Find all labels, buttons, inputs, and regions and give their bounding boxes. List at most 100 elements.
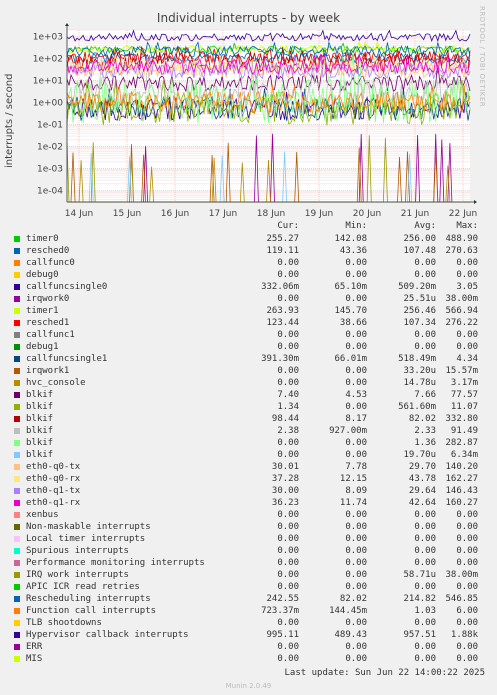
series-name: xenbus: [26, 510, 59, 520]
legend-swatch: [14, 524, 20, 530]
series-name: blkif: [26, 390, 54, 400]
series-min-value: 38.66: [339, 318, 367, 328]
series-cur-value: 0.00: [277, 258, 299, 268]
series-max-value: 270.63: [445, 246, 478, 256]
series-max-value: 162.27: [445, 474, 478, 484]
series-name: Spurious interrupts: [26, 546, 129, 556]
legend-swatch: [14, 308, 20, 314]
series-name: blkif: [26, 438, 54, 448]
legend-swatch: [14, 248, 20, 254]
legend-row: timer1 263.93 145.70 256.46 566.94: [12, 305, 492, 317]
series-min-value: 0.00: [345, 258, 367, 268]
legend-row: blkif 7.40 4.53 7.66 77.57: [12, 389, 492, 401]
series-cur-value: 0.00: [277, 510, 299, 520]
legend-row: blkif 1.34 0.00 561.60m 11.07: [12, 401, 492, 413]
series-max-value: 0.00: [456, 342, 478, 352]
series-cur-value: 0.00: [277, 570, 299, 580]
legend-row: APIC ICR read retries 0.00 0.00 0.00 0.00: [12, 581, 492, 593]
series-name: Rescheduling interrupts: [26, 594, 151, 604]
series-name: callfuncsingle1: [26, 354, 108, 364]
series-name: ERR: [26, 642, 43, 652]
legend-swatch: [14, 572, 20, 578]
series-min-value: 489.43: [334, 630, 367, 640]
x-tick-label: 22 Jun: [449, 209, 477, 219]
series-max-value: 38.00m: [445, 294, 478, 304]
series-max-value: 6.34m: [450, 450, 478, 460]
x-tick-label: 19 Jun: [305, 209, 333, 219]
series-cur-value: 0.00: [277, 618, 299, 628]
series-min-value: 0.00: [345, 510, 367, 520]
series-cur-value: 30.00: [271, 486, 299, 496]
series-name: debug1: [26, 342, 59, 352]
series-name: MIS: [26, 654, 43, 664]
series-max-value: 91.49: [450, 426, 478, 436]
legend-swatch: [14, 428, 20, 434]
series-min-value: 0.00: [345, 342, 367, 352]
series-cur-value: 1.34: [277, 402, 299, 412]
series-cur-value: 242.55: [266, 594, 299, 604]
series-cur-value: 37.28: [271, 474, 299, 484]
legend-row: Hypervisor callback interrupts 995.11 489.…: [12, 629, 492, 641]
series-min-value: 8.17: [345, 414, 367, 424]
series-min-value: 0.00: [345, 450, 367, 460]
series-name: APIC ICR read retries: [26, 582, 140, 592]
legend-row: eth0-q1-rx 36.23 11.74 42.64 160.27: [12, 497, 492, 509]
legend-row: resched1 123.44 38.66 107.34 276.22: [12, 317, 492, 329]
legend-swatch: [14, 344, 20, 350]
legend-row: irqwork1 0.00 0.00 33.20u 15.57m: [12, 365, 492, 377]
series-max-value: 0.00: [456, 546, 478, 556]
legend-swatch: [14, 416, 20, 422]
legend-row: eth0-q0-tx 30.01 7.78 29.70 140.20: [12, 461, 492, 473]
legend-swatch: [14, 260, 20, 266]
series-max-value: 160.27: [445, 498, 478, 508]
series-max-value: 0.00: [456, 270, 478, 280]
series-max-value: 332.80: [445, 414, 478, 424]
col-max-header: Max:: [456, 221, 478, 231]
legend-row: blkif 2.38 927.00m 2.33 91.49: [12, 425, 492, 437]
series-cur-value: 0.00: [277, 378, 299, 388]
legend-header: Cur: Min: Avg: Max:: [12, 221, 492, 233]
y-tick-label: 1e-03: [37, 165, 63, 175]
series-max-value: 0.00: [456, 258, 478, 268]
legend-swatch: [14, 632, 20, 638]
series-min-value: 66.01m: [334, 354, 367, 364]
series-min-value: 0.00: [345, 378, 367, 388]
series-name: blkif: [26, 414, 54, 424]
series-max-value: 0.00: [456, 522, 478, 532]
legend-row: xenbus 0.00 0.00 0.00 0.00: [12, 509, 492, 521]
series-min-value: 0.00: [345, 546, 367, 556]
x-tick-label: 17 Jun: [209, 209, 237, 219]
legend-swatch: [14, 620, 20, 626]
series-max-value: 0.00: [456, 642, 478, 652]
series-min-value: 0.00: [345, 558, 367, 568]
series-min-value: 0.00: [345, 654, 367, 664]
legend-swatch: [14, 404, 20, 410]
legend-swatch: [14, 356, 20, 362]
series-name: irqwork0: [26, 294, 70, 304]
legend-row: TLB shootdowns 0.00 0.00 0.00 0.00: [12, 617, 492, 629]
series-cur-value: 7.40: [277, 390, 299, 400]
legend-row: resched0 119.11 43.36 107.48 270.63: [12, 245, 492, 257]
series-cur-value: 0.00: [277, 642, 299, 652]
series-cur-value: 723.37m: [261, 606, 299, 616]
legend-row: blkif 0.00 0.00 19.70u 6.34m: [12, 449, 492, 461]
series-cur-value: 2.38: [277, 426, 299, 436]
legend-row: Local timer interrupts 0.00 0.00 0.00 0.00: [12, 533, 492, 545]
legend-swatch: [14, 380, 20, 386]
legend-row: Performance monitoring interrupts 0.00 0.0…: [12, 557, 492, 569]
legend-swatch: [14, 548, 20, 554]
series-max-value: 0.00: [456, 558, 478, 568]
y-tick-label: 1e+00: [33, 99, 64, 109]
legend-swatch: [14, 320, 20, 326]
series-cur-value: 0.00: [277, 522, 299, 532]
series-max-value: 546.85: [445, 594, 478, 604]
series-min-value: 0.00: [345, 402, 367, 412]
series-min-value: 0.00: [345, 270, 367, 280]
series-name: IRQ work interrupts: [26, 570, 129, 580]
series-min-value: 82.02: [339, 594, 367, 604]
series-cur-value: 255.27: [266, 234, 299, 244]
y-axis-arrow: [65, 23, 69, 26]
series-min-value: 43.36: [339, 246, 367, 256]
series-name: eth0-q0-rx: [26, 474, 81, 484]
legend-row: MIS 0.00 0.00 0.00 0.00: [12, 653, 492, 665]
